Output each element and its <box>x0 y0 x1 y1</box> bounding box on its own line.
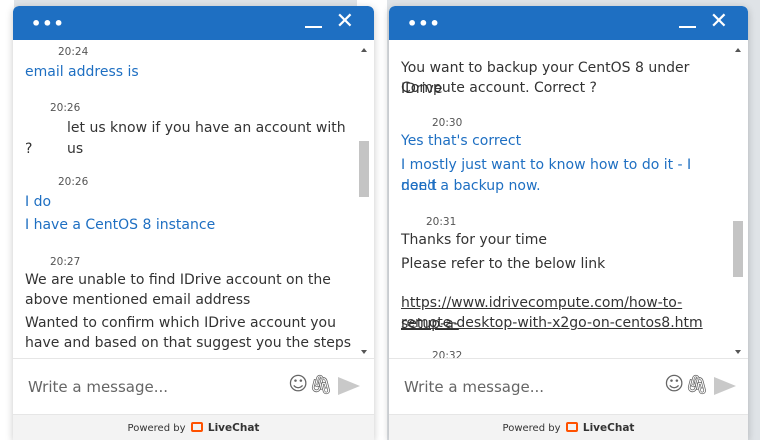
paperclip-icon[interactable]: 🖇 <box>685 373 709 396</box>
powered-by-footer: Powered by LiveChat <box>13 414 374 440</box>
chat-message: I have a CentOS 8 instance <box>25 217 216 233</box>
message-composer: Write a message... ☺ 🖇 <box>389 358 748 414</box>
message-list: You want to backup your CentOS 8 under I… <box>389 40 748 358</box>
message-input[interactable]: Write a message... <box>28 378 168 396</box>
chat-widget-right: ••• ✕ You want to backup your CentOS 8 u… <box>389 6 748 440</box>
powered-by-label: Powered by <box>127 423 186 434</box>
message-input[interactable]: Write a message... <box>404 378 544 396</box>
chat-message: Please refer to the below link <box>401 256 606 272</box>
chat-message: have and based on that suggest you the s… <box>25 335 352 358</box>
powered-by-label: Powered by <box>502 423 561 434</box>
minimize-icon[interactable] <box>679 26 696 28</box>
chat-header: ••• ✕ <box>389 6 748 40</box>
scrollbar-thumb[interactable] <box>359 141 369 197</box>
chat-header: ••• ✕ <box>13 6 374 40</box>
message-scrollbar[interactable] <box>732 48 744 354</box>
message-composer: Write a message... ☺ 🖇 <box>13 358 374 414</box>
livechat-brand[interactable]: LiveChat <box>583 422 635 434</box>
help-article-link[interactable]: remote-desktop-with-x2go-on-centos8.htm <box>401 313 726 334</box>
livechat-brand[interactable]: LiveChat <box>208 422 260 434</box>
chat-message: I do <box>25 194 52 210</box>
message-timestamp: 20:26 <box>50 102 81 114</box>
message-list: 20:24 email address is 20:26 let us know… <box>13 40 374 358</box>
scroll-down-icon[interactable] <box>361 350 367 354</box>
chat-message: We are unable to find IDrive account on … <box>25 272 331 288</box>
chat-widget-left: ••• ✕ 20:24 email address is 20:26 let u… <box>13 6 374 440</box>
scroll-up-icon[interactable] <box>361 48 367 52</box>
chat-message: Wanted to confirm which IDrive account y… <box>25 315 336 331</box>
more-dots-icon[interactable]: ••• <box>407 14 441 33</box>
paperclip-icon[interactable]: 🖇 <box>309 373 333 396</box>
message-scrollbar[interactable] <box>358 48 370 354</box>
chat-message: above mentioned email address <box>25 292 251 308</box>
chat-message: Thanks for your time <box>401 232 547 248</box>
scroll-up-icon[interactable] <box>735 48 741 52</box>
message-timestamp: 20:31 <box>426 216 457 228</box>
livechat-logo-icon <box>190 422 203 432</box>
background-edge <box>0 0 14 440</box>
chat-message: Compute account. Correct ? <box>401 80 597 96</box>
chat-message: Yes that's correct <box>401 133 522 149</box>
send-icon[interactable] <box>714 377 736 395</box>
scroll-down-icon[interactable] <box>735 350 741 354</box>
message-timestamp: 20:32 <box>432 350 463 358</box>
powered-by-footer: Powered by LiveChat <box>389 414 748 440</box>
minimize-icon[interactable] <box>305 26 322 28</box>
close-icon[interactable]: ✕ <box>710 11 728 33</box>
message-timestamp: 20:26 <box>58 176 89 188</box>
message-timestamp: 20:27 <box>50 256 81 268</box>
chat-message: need a backup now. <box>401 178 541 194</box>
message-timestamp: 20:30 <box>432 117 463 129</box>
message-timestamp: 20:24 <box>58 46 89 58</box>
scrollbar-thumb[interactable] <box>733 221 743 277</box>
close-icon[interactable]: ✕ <box>336 11 354 33</box>
livechat-logo-icon <box>565 422 578 432</box>
smiley-icon[interactable]: ☺ <box>288 373 308 395</box>
more-dots-icon[interactable]: ••• <box>31 14 65 33</box>
smiley-icon[interactable]: ☺ <box>664 373 684 395</box>
send-icon[interactable] <box>338 377 360 395</box>
chat-message: email address is <box>25 64 139 80</box>
chat-message: ? <box>25 141 33 157</box>
